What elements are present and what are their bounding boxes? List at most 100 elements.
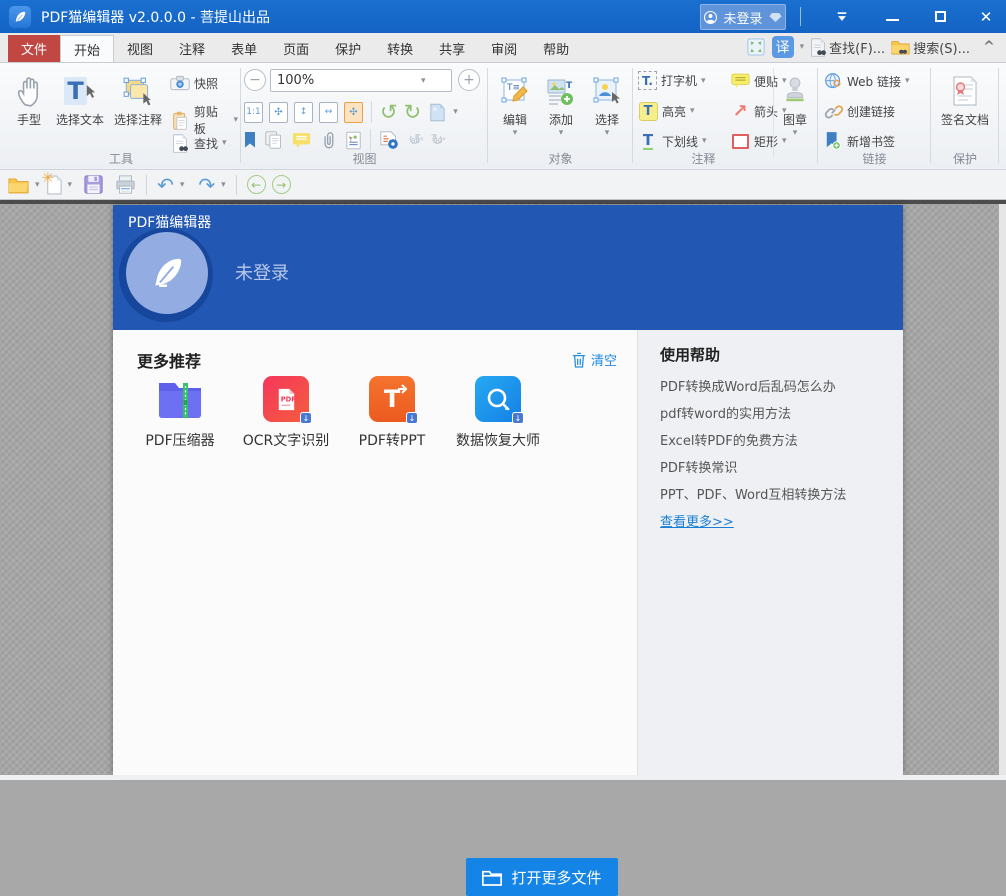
web-link-dropdown-icon[interactable]: ▾	[905, 76, 910, 86]
avatar[interactable]	[126, 232, 208, 314]
help-link[interactable]: PDF转换常识	[660, 457, 737, 476]
fit-width-button[interactable]: ↔	[319, 102, 338, 123]
zoom-out-button[interactable]: −	[244, 69, 266, 91]
document-properties-icon[interactable]	[380, 131, 399, 150]
rotate-view-right-button[interactable]: ↻90°	[430, 132, 443, 148]
edit-object-dropdown-icon[interactable]: ▾	[513, 128, 518, 138]
attachment-icon[interactable]	[320, 131, 337, 150]
tab-review[interactable]: 审阅	[478, 35, 530, 62]
tab-annotate[interactable]: 注释	[166, 35, 218, 62]
zoom-combobox[interactable]: ▾	[270, 69, 452, 92]
bookmark-icon[interactable]	[244, 132, 256, 148]
add-bookmark-label: 新增书签	[847, 133, 895, 150]
login-button[interactable]: 未登录	[700, 4, 786, 30]
hand-tool-button[interactable]: 手型	[8, 71, 50, 128]
app-ocr[interactable]: PDF ↓ OCR文字识别	[233, 376, 339, 450]
back-button[interactable]: ←	[247, 175, 266, 194]
add-object-dropdown-icon[interactable]: ▾	[559, 128, 564, 138]
zoom-dropdown-icon[interactable]: ▾	[421, 76, 426, 86]
web-link-button[interactable]: Web 链接 ▾	[823, 71, 910, 91]
open-file-button[interactable]	[8, 176, 29, 194]
trash-icon	[572, 352, 586, 368]
undo-button[interactable]: ↶	[157, 175, 174, 195]
tab-protect[interactable]: 保护	[322, 35, 374, 62]
rotate-right-button[interactable]: ↻	[404, 102, 422, 123]
undo-dropdown-icon[interactable]: ▾	[180, 180, 185, 190]
typewriter-button[interactable]: T. 打字机▾	[638, 71, 706, 90]
sign-document-button[interactable]: 签名文档	[938, 71, 992, 128]
select-text-button[interactable]: T 选择文本	[52, 71, 108, 128]
forward-button[interactable]: →	[272, 175, 291, 194]
clipboard-dropdown-icon[interactable]: ▾	[233, 115, 238, 125]
banner-login-status[interactable]: 未登录	[235, 259, 289, 285]
chain-icon	[823, 101, 843, 121]
redo-dropdown-icon[interactable]: ▾	[221, 180, 226, 190]
clipboard-button[interactable]: 剪贴板 ▾	[170, 103, 238, 137]
collapse-panel-button[interactable]	[822, 0, 862, 33]
snapshot-button[interactable]: 快照	[170, 73, 218, 93]
tab-page[interactable]: 页面	[270, 35, 322, 62]
collapse-ribbon-button[interactable]: ^	[976, 39, 1002, 55]
rotate-left-button[interactable]: ↺	[380, 102, 398, 123]
edit-object-button[interactable]: T≡ 编辑 ▾	[495, 71, 535, 138]
app-pdf-to-ppt[interactable]: T ↓ PDF转PPT	[339, 376, 445, 450]
tab-share[interactable]: 共享	[426, 35, 478, 62]
fit-visible-icon: ✣	[349, 107, 357, 118]
select-text-label: 选择文本	[56, 111, 104, 128]
page-thumbnails-icon[interactable]	[265, 131, 283, 149]
help-link[interactable]: PDF转换成Word后乱码怎么办	[660, 376, 836, 395]
find-dropdown-icon[interactable]: ▾	[222, 138, 227, 148]
add-bookmark-button[interactable]: 新增书签	[823, 131, 895, 151]
stamp-label: 图章	[783, 111, 807, 128]
translate-button[interactable]: 译	[772, 36, 794, 58]
help-link[interactable]: Excel转PDF的免费方法	[660, 430, 798, 449]
create-link-button[interactable]: 创建链接	[823, 101, 895, 121]
maximize-button[interactable]	[920, 0, 960, 33]
tab-view[interactable]: 视图	[114, 35, 166, 62]
tab-help[interactable]: 帮助	[530, 35, 582, 62]
clear-button[interactable]: 清空	[572, 350, 617, 369]
app-data-recovery[interactable]: ↓ 数据恢复大师	[445, 376, 551, 450]
fit-page-button[interactable]: ✣	[269, 102, 288, 123]
rotate-view-left-button[interactable]: ↺90°	[408, 132, 421, 148]
zoom-in-button[interactable]: +	[458, 69, 480, 91]
select-object-dropdown-icon[interactable]: ▾	[605, 128, 610, 138]
tab-form[interactable]: 表单	[218, 35, 270, 62]
search-menu-button[interactable]: 搜索(S)...	[891, 38, 970, 57]
translate-dropdown-icon[interactable]: ▾	[800, 42, 805, 52]
highlight-button[interactable]: T 高亮▾	[638, 101, 695, 121]
page-display-dropdown-icon[interactable]: ▾	[453, 107, 458, 117]
fit-height-button[interactable]: ↕	[294, 102, 313, 123]
save-button[interactable]	[84, 175, 103, 194]
help-link[interactable]: pdf转word的实用方法	[660, 403, 791, 422]
stamp-dropdown-icon[interactable]: ▾	[793, 128, 798, 138]
content-panel-icon[interactable]: T	[346, 131, 361, 150]
new-file-dropdown-icon[interactable]: ▾	[68, 180, 73, 190]
fullscreen-button[interactable]	[746, 37, 766, 57]
help-link[interactable]: PPT、PDF、Word互相转换方法	[660, 484, 846, 503]
select-annotation-button[interactable]: 选择注释	[110, 71, 166, 128]
stamp-button[interactable]: 图章 ▾	[775, 71, 815, 138]
redo-button[interactable]: ↷	[198, 175, 215, 195]
tab-file[interactable]: 文件	[8, 35, 60, 62]
fit-visible-button[interactable]: ✣	[344, 102, 363, 123]
open-file-dropdown-icon[interactable]: ▾	[35, 180, 40, 190]
select-object-button[interactable]: 选择 ▾	[587, 71, 627, 138]
tab-convert[interactable]: 转换	[374, 35, 426, 62]
page-display-button[interactable]	[427, 102, 447, 122]
find-menu-button[interactable]: 查找(F)...	[810, 38, 885, 57]
app-pdf-compressor[interactable]: PDF压缩器	[127, 376, 233, 450]
print-button[interactable]	[115, 175, 136, 194]
open-more-files-button[interactable]: 打开更多文件	[466, 858, 618, 896]
underline-button[interactable]: T 下划线▾	[638, 131, 707, 151]
tab-home[interactable]: 开始	[60, 35, 114, 62]
new-file-button[interactable]: ✳	[46, 175, 62, 195]
zoom-input[interactable]	[271, 73, 421, 88]
close-button[interactable]: ✕	[966, 0, 1006, 33]
help-more-link[interactable]: 查看更多>>	[660, 511, 734, 530]
scrollbar-track[interactable]	[999, 204, 1006, 775]
actual-size-button[interactable]: 1:1	[244, 102, 263, 123]
comments-icon[interactable]	[292, 132, 311, 148]
minimize-button[interactable]	[872, 0, 912, 33]
add-object-button[interactable]: T 添加 ▾	[541, 71, 581, 138]
